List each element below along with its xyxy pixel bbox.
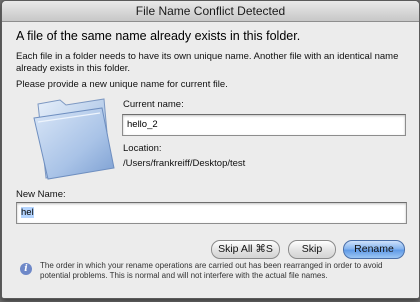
title-bar[interactable]: File Name Conflict Detected — [2, 1, 419, 22]
skip-button[interactable]: Skip — [288, 240, 336, 259]
new-name-label: New Name: — [16, 189, 66, 200]
explanation-text: Each file in a folder needs to have its … — [16, 51, 399, 74]
current-name-field: hello_2 — [122, 114, 406, 136]
footer-note: The order in which your rename operation… — [40, 261, 383, 280]
rename-button[interactable]: Rename — [343, 240, 405, 259]
info-icon: i — [20, 263, 32, 275]
prompt-text: Please provide a new unique name for cur… — [16, 79, 228, 90]
folder-icon — [33, 98, 115, 180]
current-name-label: Current name: — [123, 99, 184, 110]
location-value: /Users/frankreiff/Desktop/test — [123, 158, 246, 169]
conflict-dialog: File Name Conflict Detected A file of th… — [1, 0, 420, 299]
skip-all-button[interactable]: Skip All ⌘S — [211, 240, 280, 259]
new-name-input[interactable]: hel — [16, 202, 407, 224]
location-label: Location: — [123, 143, 162, 154]
window-title: File Name Conflict Detected — [135, 4, 286, 18]
dialog-heading: A file of the same name already exists i… — [16, 29, 301, 43]
new-name-value: hel — [21, 207, 34, 218]
